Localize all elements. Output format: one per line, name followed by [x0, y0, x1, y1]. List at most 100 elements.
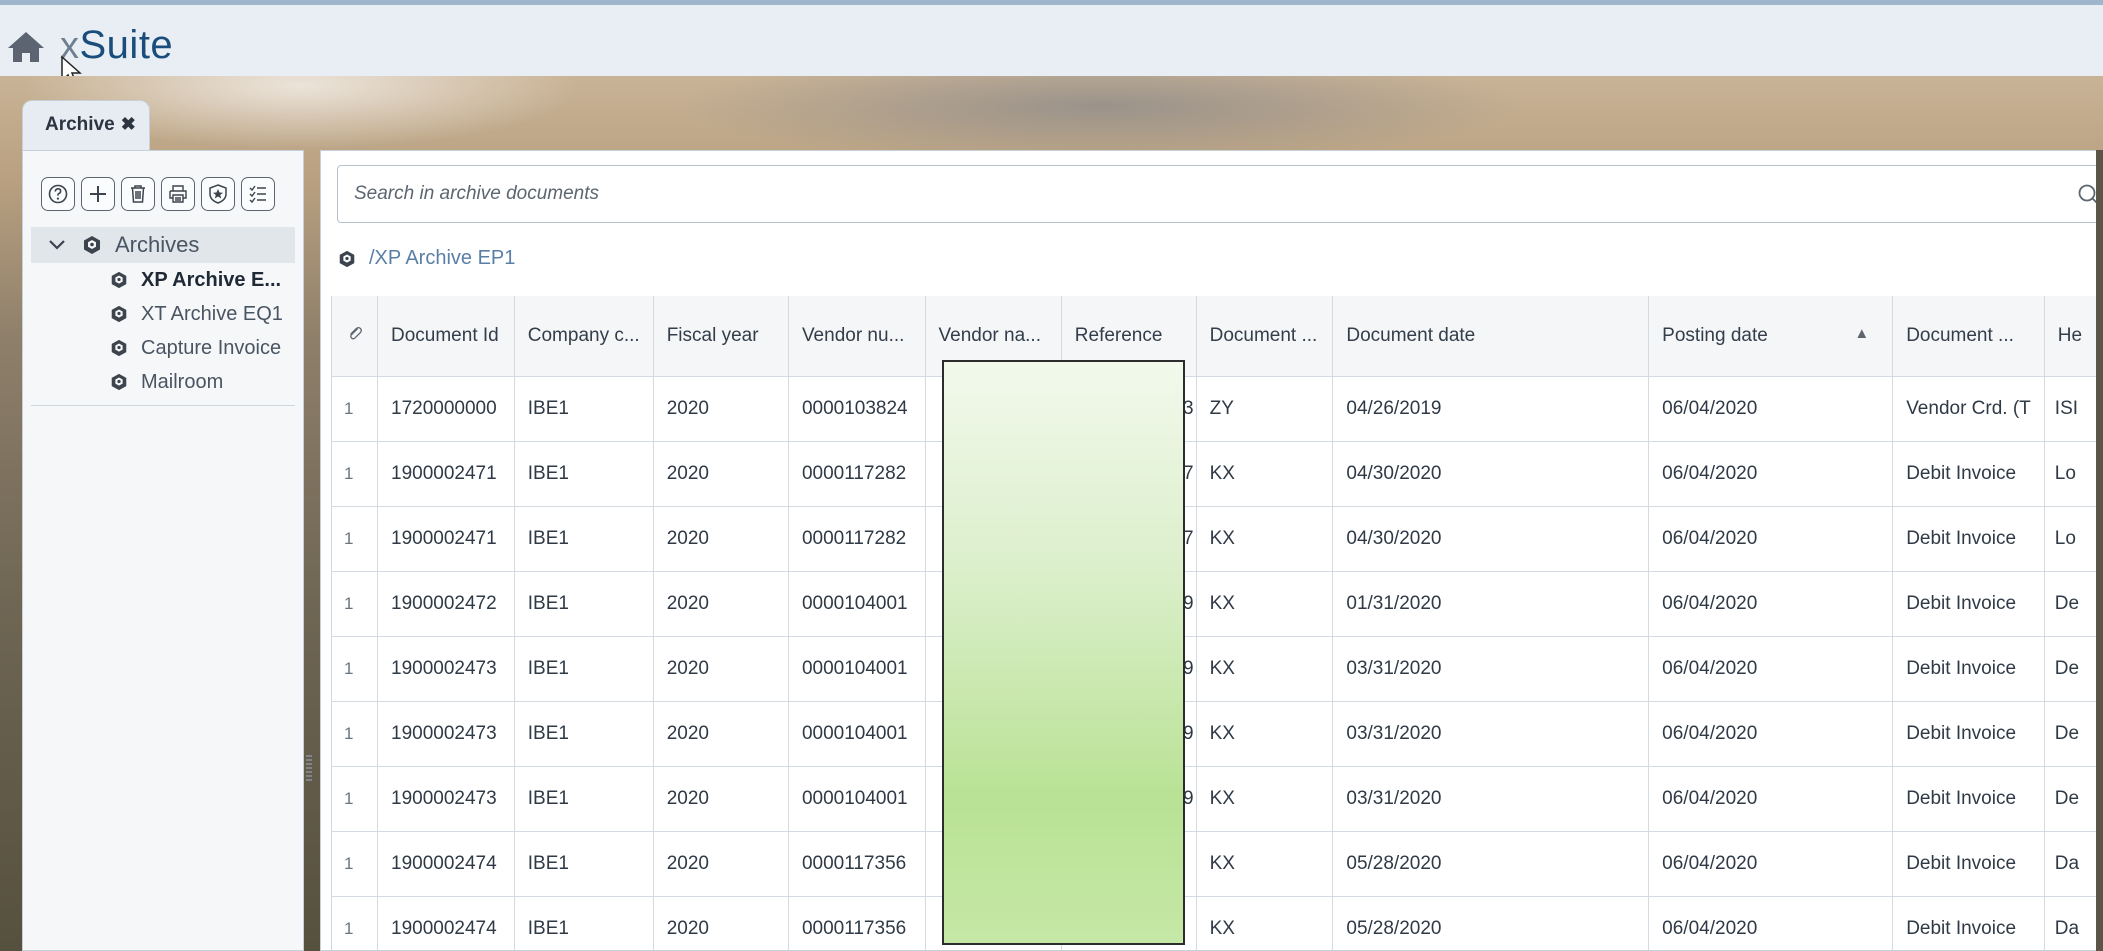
posting-date-label: Posting date: [1662, 324, 1768, 346]
posting-date-cell: 06/04/2020: [1648, 376, 1894, 442]
sort-ascending-icon[interactable]: ▲: [1854, 325, 1869, 342]
tree-root-label: Archives: [115, 232, 200, 257]
search-box: [337, 165, 2103, 223]
document-date-cell: 04/26/2019: [1332, 376, 1650, 442]
attachment-count-cell: 1: [332, 376, 378, 442]
checklist-button[interactable]: [241, 177, 275, 211]
attachment-column-header[interactable]: [332, 296, 378, 377]
vendor-number-cell: 0000104001: [788, 701, 926, 767]
company-code-cell: IBE1: [514, 376, 654, 442]
he-cell: De: [2044, 571, 2103, 637]
document-date-cell: 03/31/2020: [1332, 701, 1650, 767]
breadcrumb[interactable]: /XP Archive EP1: [337, 247, 515, 270]
tree-item-xt-archive[interactable]: XT Archive EQ1: [31, 297, 295, 331]
table-row[interactable]: 1 1720000000 IBE1 2020 0000103824 33 ZY …: [332, 376, 2103, 442]
column-header-he[interactable]: He: [2044, 296, 2103, 377]
attachment-count-cell: 1: [332, 896, 378, 950]
tree-item-label: Capture Invoice: [141, 336, 282, 359]
search-input[interactable]: [354, 180, 1994, 208]
chevron-down-icon[interactable]: [47, 235, 67, 255]
checklist-icon: [249, 185, 266, 204]
column-header-vendor-number[interactable]: Vendor nu...: [788, 296, 926, 377]
table-row[interactable]: 1 1900002474 IBE1 2020 0000117356 KX 05/…: [332, 896, 2103, 950]
sidebar: Archives XP Archive E... XT Archive EQ1 …: [22, 150, 304, 951]
tree-item-capture-invoice[interactable]: Capture Invoice: [31, 331, 295, 365]
attachment-count-cell: 1: [332, 766, 378, 832]
document-kind-cell: Vendor Crd. (T: [1892, 376, 2045, 442]
table-row[interactable]: 1 1900002473 IBE1 2020 0000104001 9 KX 0…: [332, 636, 2103, 702]
document-type-cell: KX: [1196, 701, 1334, 767]
document-kind-cell: Debit Invoice: [1892, 506, 2045, 572]
tree-item-xp-archive[interactable]: XP Archive E...: [31, 263, 295, 297]
table-row[interactable]: 1 1900002471 IBE1 2020 0000117282 687 KX…: [332, 506, 2103, 572]
document-id-cell: 1900002473: [377, 636, 515, 702]
archive-tree: Archives XP Archive E... XT Archive EQ1 …: [31, 227, 295, 406]
table-header-row: Document Id Company c... Fiscal year Ven…: [332, 296, 2103, 377]
delete-button[interactable]: [121, 177, 155, 211]
tree-item-mailroom[interactable]: Mailroom: [31, 365, 295, 399]
table-row[interactable]: 1 1900002474 IBE1 2020 0000117356 KX 05/…: [332, 831, 2103, 897]
archive-cube-icon: [111, 339, 127, 357]
document-type-cell: KX: [1196, 766, 1334, 832]
archive-cube-icon: [111, 373, 127, 391]
breadcrumb-path: /XP Archive EP1: [369, 247, 516, 269]
delete-icon: [131, 185, 145, 203]
document-id-cell: 1720000000: [377, 376, 515, 442]
document-kind-cell: Debit Invoice: [1892, 831, 2045, 897]
he-cell: De: [2044, 701, 2103, 767]
tree-root-archives[interactable]: Archives: [31, 227, 295, 263]
table-row[interactable]: 1 1900002473 IBE1 2020 0000104001 9 KX 0…: [332, 701, 2103, 767]
column-header-document-type[interactable]: Document ...: [1196, 296, 1334, 377]
sidebar-resize-handle[interactable]: [306, 755, 312, 781]
posting-date-cell: 06/04/2020: [1648, 571, 1894, 637]
sidebar-toolbar: [41, 177, 275, 211]
posting-date-cell: 06/04/2020: [1648, 766, 1894, 832]
help-button[interactable]: [41, 177, 75, 211]
posting-date-cell: 06/04/2020: [1648, 831, 1894, 897]
document-date-cell: 04/30/2020: [1332, 506, 1650, 572]
column-header-document-kind[interactable]: Document ...: [1892, 296, 2045, 377]
company-code-cell: IBE1: [514, 896, 654, 950]
column-header-fiscal-year[interactable]: Fiscal year: [653, 296, 789, 377]
help-icon: [48, 184, 68, 204]
vendor-number-cell: 0000103824: [788, 376, 926, 442]
document-type-cell: KX: [1196, 571, 1334, 637]
document-kind-cell: Debit Invoice: [1892, 766, 2045, 832]
vendor-number-cell: 0000117356: [788, 831, 926, 897]
document-kind-cell: Debit Invoice: [1892, 571, 2045, 637]
background-edge: [2096, 150, 2103, 951]
fiscal-year-cell: 2020: [653, 571, 789, 637]
home-icon[interactable]: [6, 29, 46, 65]
company-code-cell: IBE1: [514, 831, 654, 897]
main-panel: /XP Archive EP1 Document Id Company c...…: [320, 150, 2103, 951]
column-header-document-id[interactable]: Document Id: [377, 296, 515, 377]
fiscal-year-cell: 2020: [653, 636, 789, 702]
table-row[interactable]: 1 1900002473 IBE1 2020 0000104001 9 KX 0…: [332, 766, 2103, 832]
column-header-company-code[interactable]: Company c...: [514, 296, 654, 377]
add-button[interactable]: [81, 177, 115, 211]
security-button[interactable]: [201, 177, 235, 211]
company-code-cell: IBE1: [514, 571, 654, 637]
column-header-document-date[interactable]: Document date: [1332, 296, 1650, 377]
table-row[interactable]: 1 1900002471 IBE1 2020 0000117282 687 KX…: [332, 441, 2103, 507]
print-button[interactable]: [161, 177, 195, 211]
company-code-cell: IBE1: [514, 766, 654, 832]
table-row[interactable]: 1 1900002472 IBE1 2020 0000104001 9 KX 0…: [332, 571, 2103, 637]
document-date-cell: 04/30/2020: [1332, 441, 1650, 507]
add-icon: [90, 186, 106, 202]
fiscal-year-cell: 2020: [653, 441, 789, 507]
tab-close-icon[interactable]: ✖: [121, 114, 136, 134]
company-code-cell: IBE1: [514, 441, 654, 507]
archive-cube-icon: [339, 250, 355, 267]
vendor-number-cell: 0000117356: [788, 896, 926, 950]
tab-archive[interactable]: Archive ✖: [22, 100, 150, 150]
vendor-number-cell: 0000117282: [788, 441, 926, 507]
tab-archive-label: Archive: [45, 114, 115, 135]
document-id-cell: 1900002473: [377, 701, 515, 767]
vendor-number-cell: 0000104001: [788, 766, 926, 832]
documents-table: Document Id Company c... Fiscal year Ven…: [331, 296, 2103, 950]
archive-cube-icon: [111, 305, 127, 323]
document-type-cell: ZY: [1196, 376, 1334, 442]
column-header-posting-date[interactable]: Posting date ▲: [1648, 296, 1894, 377]
document-date-cell: 03/31/2020: [1332, 766, 1650, 832]
